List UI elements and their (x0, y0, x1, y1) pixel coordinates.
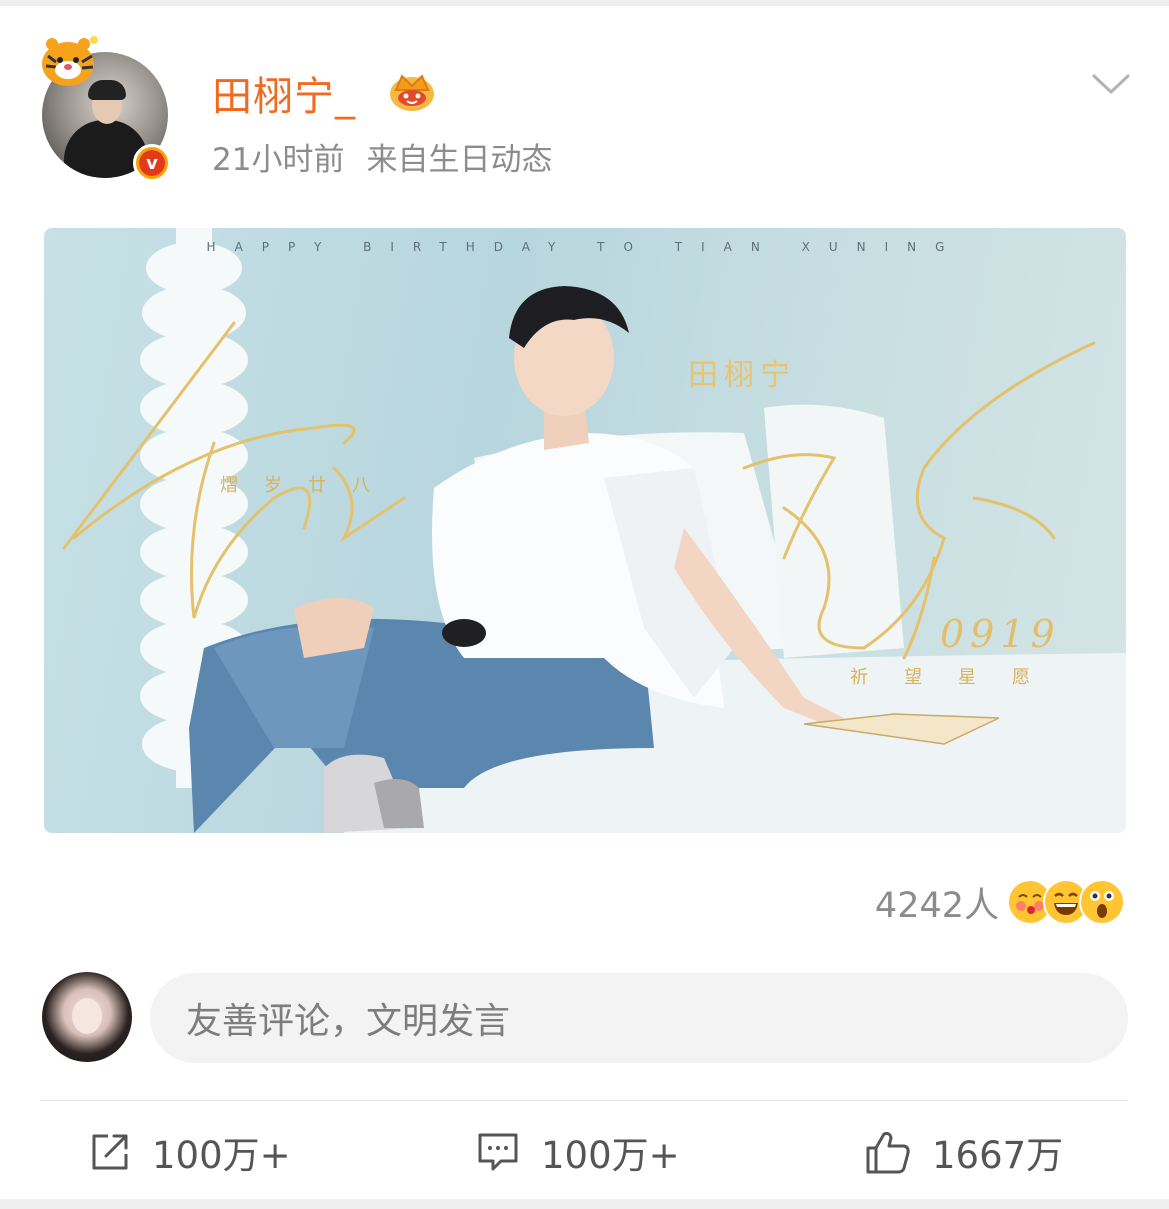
comment-count: 100万+ (541, 1134, 680, 1177)
comment-icon (478, 1133, 518, 1171)
reaction-count: 4242人 (874, 885, 999, 926)
poster-date: 0919 (940, 612, 1061, 656)
like-count: 1667万 (932, 1134, 1064, 1177)
post-source[interactable]: 来自生日动态 (366, 142, 552, 178)
divider (40, 1100, 1128, 1101)
comment-input[interactable]: 友善评论，文明发言 (150, 973, 1128, 1063)
surprised-emoji-icon (1079, 879, 1125, 925)
current-user-avatar-face (72, 998, 102, 1034)
weibo-post-card: v 田栩宁_ 21小时前 来自生日动态 HAPPY BIRTHDAY TO TI… (0, 6, 1169, 1199)
reaction-summary[interactable]: 4242人 (875, 876, 1125, 928)
poster-subtitle-right: 祈望星愿 (850, 667, 1066, 688)
poster-illustration (62, 228, 1126, 833)
author-avatar-area[interactable]: v (38, 34, 178, 184)
share-icon (92, 1134, 128, 1170)
tiger-avatar-pendant-icon (42, 36, 98, 86)
share-count: 100万+ (152, 1134, 291, 1177)
share-button[interactable]: 100万+ (88, 1124, 291, 1180)
poster-subtitle-left: 熠岁廿八 (220, 475, 396, 496)
crown-vip-icon (390, 74, 434, 111)
post-time: 21小时前 (212, 142, 345, 178)
poster-name: 田栩宁 (688, 358, 796, 393)
post-image[interactable]: HAPPY BIRTHDAY TO TIAN XUNING 田栩宁 熠岁廿八 0… (44, 228, 1126, 833)
like-button[interactable]: 1667万 (864, 1124, 1063, 1180)
comment-placeholder: 友善评论，文明发言 (186, 1001, 511, 1042)
poster-birthday-line: HAPPY BIRTHDAY TO TIAN XUNING (206, 240, 964, 254)
thumbs-up-icon (866, 1132, 910, 1174)
chevron-down-icon[interactable] (1090, 68, 1132, 98)
post-meta: 21小时前 来自生日动态 (212, 134, 552, 179)
author-name[interactable]: 田栩宁_ (212, 64, 356, 122)
current-user-avatar[interactable] (42, 972, 132, 1062)
verified-badge-icon: v (133, 144, 171, 182)
comment-button[interactable]: 100万+ (475, 1124, 680, 1180)
